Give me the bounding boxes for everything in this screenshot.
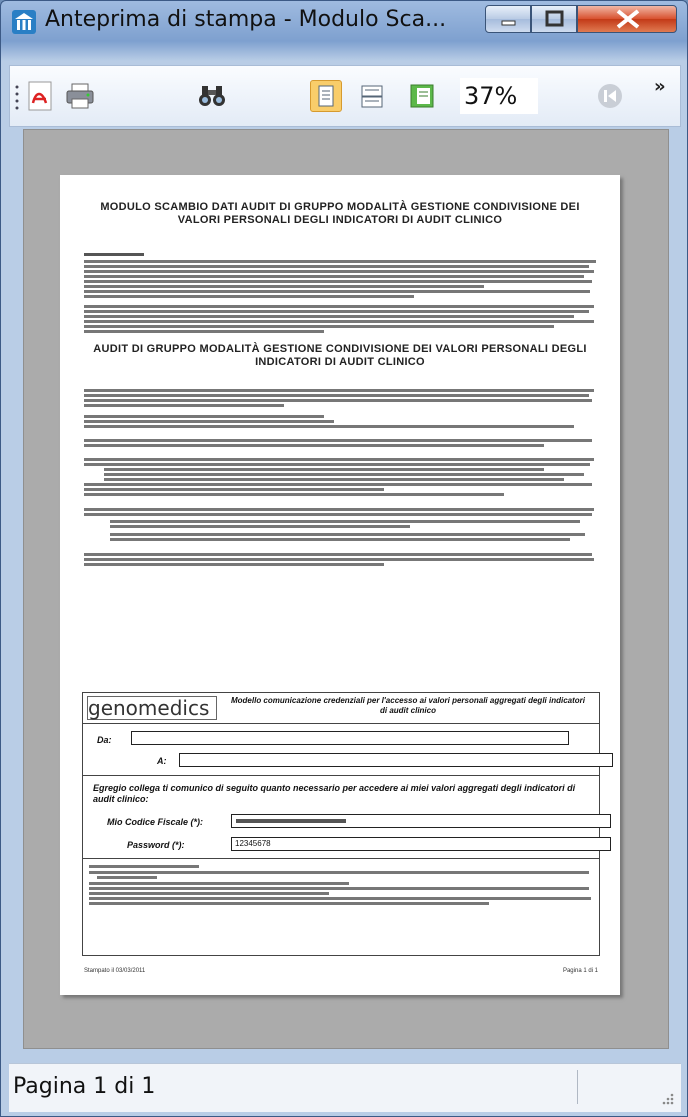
minimize-icon [501,20,516,26]
page-width-button[interactable] [406,80,438,112]
page-width-icon [410,84,434,108]
form-header: genomedics Modello comunicazione credenz… [83,693,599,724]
close-button[interactable] [577,5,677,33]
print-preview-window: Anteprima di stampa - Modulo Sca... 37% … [0,0,688,1117]
status-bar: Pagina 1 di 1 [9,1063,681,1112]
app-icon [12,10,36,34]
status-separator [577,1070,578,1104]
toolbar-overflow-button[interactable]: » [654,76,666,97]
fiscal-code-field[interactable] [231,814,611,828]
zoom-level-field[interactable]: 37% [460,78,538,114]
to-label: A: [157,756,167,766]
form-header-text: Modello comunicazione credenziali per l'… [230,696,585,715]
page-count-status: Pagina 1 di 1 [13,1074,156,1099]
export-pdf-button[interactable] [24,80,56,112]
single-page-button[interactable] [310,80,342,112]
fiscal-code-value-redacted [236,819,346,823]
document-page: MODULO SCAMBIO DATI AUDIT DI GRUPPO MODA… [60,175,620,995]
window-title: Anteprima di stampa - Modulo Sca... [45,7,447,32]
find-button[interactable] [196,80,228,112]
maximize-icon [545,10,564,27]
title-bar[interactable]: Anteprima di stampa - Modulo Sca... [1,1,687,45]
print-date: Stampato il 03/03/2011 [84,968,146,974]
toolbar-grip-icon[interactable] [15,84,19,110]
multi-page-button[interactable] [356,80,388,112]
page-footer-number: Pagina 1 di 1 [562,968,598,974]
first-page-icon [598,84,622,108]
maximize-button[interactable] [531,5,577,33]
first-page-button[interactable] [594,80,626,112]
close-icon [616,9,640,29]
to-field[interactable] [179,753,613,767]
credentials-form: genomedics Modello comunicazione credenz… [82,692,613,956]
minimize-button[interactable] [485,5,531,33]
document-title: MODULO SCAMBIO DATI AUDIT DI GRUPPO MODA… [100,201,580,226]
toolbar: 37% » [9,65,681,127]
printer-icon [66,83,94,109]
multi-page-icon [361,85,383,108]
company-logo: genomedics [87,696,217,720]
password-label: Password (*): [127,840,185,850]
from-label: Da: [97,735,112,745]
resize-grip-icon[interactable] [659,1090,675,1106]
from-field[interactable] [131,731,569,745]
pdf-icon [28,81,52,111]
password-field[interactable]: 12345678 [231,837,611,851]
preview-area[interactable]: MODULO SCAMBIO DATI AUDIT DI GRUPPO MODA… [23,129,669,1049]
fiscal-code-label: Mio Codice Fiscale (*): [107,817,204,827]
request-text: Egregio collega ti comunico di seguito q… [93,783,576,804]
section-title: AUDIT DI GRUPPO MODALITÀ GESTIONE CONDIV… [93,343,587,368]
single-page-icon [318,85,334,107]
binoculars-icon [199,86,225,106]
print-button[interactable] [64,80,96,112]
